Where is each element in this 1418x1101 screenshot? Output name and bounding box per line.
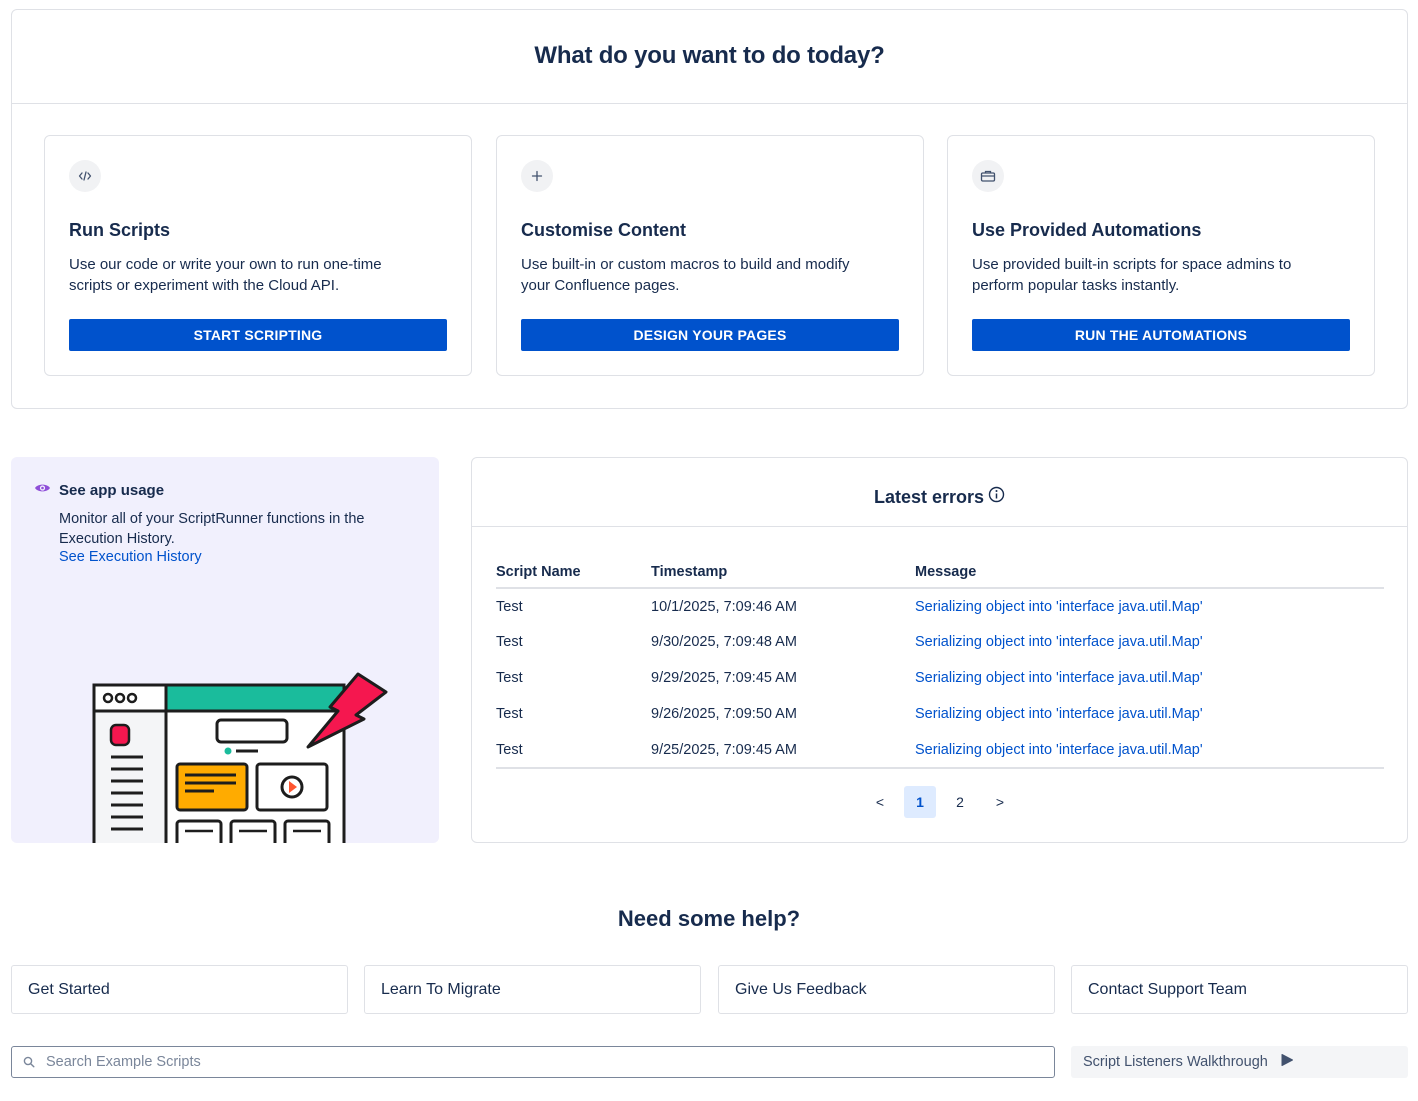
timestamp-cell: 9/29/2025, 7:09:45 AM: [651, 670, 797, 686]
script-name-cell: Test: [496, 706, 523, 722]
card-customise-content: Customise Content Use built-in or custom…: [496, 135, 924, 376]
pagination: < 1 2 >: [864, 786, 1016, 818]
briefcase-icon: [972, 160, 1004, 192]
divider: [472, 526, 1407, 527]
previous-page-button[interactable]: <: [864, 786, 896, 818]
error-message-link[interactable]: Serializing object into 'interface java.…: [915, 706, 1203, 722]
column-header-timestamp[interactable]: Timestamp: [651, 562, 915, 589]
timestamp-cell: 9/26/2025, 7:09:50 AM: [651, 706, 797, 722]
code-icon: [69, 160, 101, 192]
learn-to-migrate-button[interactable]: Learn To Migrate: [364, 965, 701, 1014]
app-usage-panel: See app usage Monitor all of your Script…: [11, 457, 439, 843]
table-row: Test 9/30/2025, 7:09:48 AM Serializing o…: [496, 624, 1384, 660]
timestamp-cell: 9/30/2025, 7:09:48 AM: [651, 634, 797, 650]
card-title: Use Provided Automations: [972, 220, 1202, 240]
card-title: Customise Content: [521, 220, 687, 240]
execution-history-link[interactable]: See Execution History: [59, 549, 202, 565]
design-your-pages-button[interactable]: DESIGN YOUR PAGES: [521, 319, 899, 351]
table-header-row: Script Name Timestamp Message: [496, 562, 1384, 589]
play-icon: [1280, 1053, 1294, 1071]
errors-table: Script Name Timestamp Message Test 10/1/…: [496, 562, 1384, 769]
card-description: Use our code or write your own to run on…: [69, 256, 382, 294]
app-usage-title: See app usage: [59, 481, 165, 499]
page-2-button[interactable]: 2: [944, 786, 976, 818]
table-row: Test 9/26/2025, 7:09:50 AM Serializing o…: [496, 696, 1384, 732]
dashboard-illustration: [92, 672, 388, 843]
card-provided-automations: Use Provided Automations Use provided bu…: [947, 135, 1375, 376]
page-1-button[interactable]: 1: [904, 786, 936, 818]
error-message-link[interactable]: Serializing object into 'interface java.…: [915, 742, 1203, 758]
table-row: Test 9/29/2025, 7:09:45 AM Serializing o…: [496, 660, 1384, 696]
latest-errors-panel: Latest errors Script Name Timestamp Mess…: [471, 457, 1408, 843]
start-scripting-button[interactable]: START SCRIPTING: [69, 319, 447, 351]
info-icon[interactable]: [988, 486, 1005, 508]
script-name-cell: Test: [496, 634, 523, 650]
table-row: Test 10/1/2025, 7:09:46 AM Serializing o…: [496, 588, 1384, 624]
search-input[interactable]: [46, 1048, 1054, 1076]
eye-icon: [34, 481, 51, 499]
message-cell: Serializing object into 'interface java.…: [915, 696, 1384, 732]
message-cell: Serializing object into 'interface java.…: [915, 624, 1384, 660]
message-cell: Serializing object into 'interface java.…: [915, 732, 1384, 769]
app-usage-header: See app usage: [34, 481, 164, 499]
walkthrough-label: Script Listeners Walkthrough: [1083, 1054, 1268, 1070]
timestamp-cell: 9/25/2025, 7:09:45 AM: [651, 732, 915, 769]
script-name-cell: Test: [496, 670, 523, 686]
page-title: What do you want to do today?: [534, 42, 885, 69]
get-started-button[interactable]: Get Started: [11, 965, 348, 1014]
script-listeners-walkthrough-button[interactable]: Script Listeners Walkthrough: [1071, 1046, 1408, 1078]
column-header-script-name[interactable]: Script Name: [496, 562, 651, 589]
card-description: Use provided built-in scripts for space …: [972, 256, 1292, 294]
script-name-cell: Test: [496, 732, 651, 769]
app-usage-description: Monitor all of your ScriptRunner functio…: [59, 511, 365, 547]
actions-panel: What do you want to do today? Run Script…: [11, 9, 1408, 409]
latest-errors-header: Latest errors: [472, 486, 1407, 508]
column-header-message[interactable]: Message: [915, 562, 1384, 589]
message-cell: Serializing object into 'interface java.…: [915, 588, 1384, 624]
run-the-automations-button[interactable]: RUN THE AUTOMATIONS: [972, 319, 1350, 351]
search-icon: [12, 1056, 46, 1068]
timestamp-cell: 10/1/2025, 7:09:46 AM: [651, 598, 797, 615]
script-name-cell: Test: [496, 598, 523, 615]
contact-support-team-button[interactable]: Contact Support Team: [1071, 965, 1408, 1014]
card-run-scripts: Run Scripts Use our code or write your o…: [44, 135, 472, 376]
card-description: Use built-in or custom macros to build a…: [521, 256, 850, 294]
error-message-link[interactable]: Serializing object into 'interface java.…: [915, 634, 1203, 650]
help-title: Need some help?: [617, 906, 801, 931]
card-title: Run Scripts: [69, 220, 171, 240]
next-page-button[interactable]: >: [984, 786, 1016, 818]
error-message-link[interactable]: Serializing object into 'interface java.…: [915, 599, 1203, 615]
table-row: Test 9/25/2025, 7:09:45 AM Serializing o…: [496, 732, 1384, 769]
divider: [12, 103, 1407, 104]
plus-icon: [521, 160, 553, 192]
latest-errors-title: Latest errors: [873, 486, 985, 507]
message-cell: Serializing object into 'interface java.…: [915, 660, 1384, 696]
give-us-feedback-button[interactable]: Give Us Feedback: [718, 965, 1055, 1014]
search-bar: [11, 1046, 1055, 1078]
error-message-link[interactable]: Serializing object into 'interface java.…: [915, 670, 1203, 686]
